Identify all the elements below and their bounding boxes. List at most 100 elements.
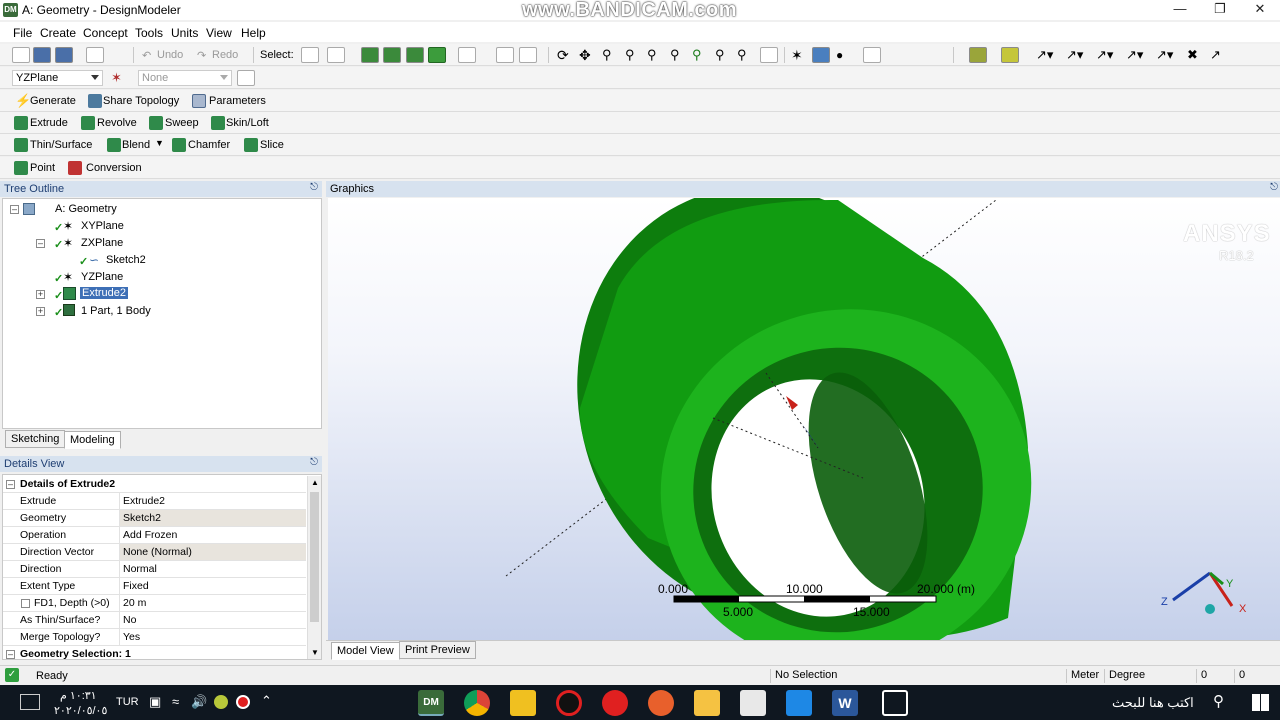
select-new-icon[interactable] <box>301 47 319 63</box>
select-faces-icon[interactable] <box>406 47 424 63</box>
zoom-fit-icon[interactable]: ⚲ <box>647 47 657 63</box>
opera-icon[interactable] <box>602 690 628 716</box>
pin-icon[interactable]: ⎋ <box>1270 182 1278 193</box>
taskbar-date[interactable]: ٢٠٢٠/٠٥/٠٥ <box>54 704 107 717</box>
rotate-icon[interactable]: ⟳ <box>557 47 569 64</box>
designmodeler-taskbar-icon[interactable]: DM <box>418 690 444 716</box>
battery-icon[interactable]: ▣ <box>149 694 161 710</box>
slice-button[interactable]: Slice <box>260 139 284 151</box>
expand-icon[interactable]: + <box>36 290 45 299</box>
file-explorer-icon[interactable] <box>694 690 720 716</box>
previous-view-icon[interactable] <box>760 47 778 63</box>
details-scrollbar[interactable]: ▲ ▼ <box>307 476 321 659</box>
new-sketch-icon[interactable] <box>237 70 255 86</box>
details-value[interactable]: Sketch2 <box>119 510 306 526</box>
show-hidden-icons[interactable]: ⌃ <box>261 693 272 709</box>
details-row[interactable]: Operation Add Frozen <box>3 527 306 544</box>
share-topology-button[interactable]: Share Topology <box>103 95 179 107</box>
sketch-line-icon[interactable]: ↗▾ <box>1036 47 1053 63</box>
firefox-icon[interactable] <box>648 690 674 716</box>
menu-create[interactable]: Create <box>40 26 76 40</box>
close-button[interactable]: ✕ <box>1240 0 1280 20</box>
details-value[interactable]: Fixed <box>119 578 306 594</box>
select-edges-icon[interactable] <box>383 47 401 63</box>
triad-origin-icon[interactable] <box>1205 604 1215 614</box>
collapse-icon[interactable]: – <box>6 650 15 659</box>
word-icon[interactable]: W <box>832 690 858 716</box>
tab-print-preview[interactable]: Print Preview <box>399 641 476 659</box>
chrome-icon[interactable] <box>464 690 490 716</box>
pin-icon[interactable]: ⎋ <box>310 457 318 468</box>
collapse-icon[interactable]: – <box>36 239 45 248</box>
pan-icon[interactable]: ✥ <box>579 47 591 64</box>
parameter-checkbox[interactable] <box>21 599 30 608</box>
collapse-icon[interactable]: – <box>6 480 15 489</box>
undo-button[interactable]: Undo <box>157 49 183 61</box>
extend-selection-icon[interactable] <box>458 47 476 63</box>
tray-app-icon[interactable] <box>214 695 228 709</box>
tree-item-zxplane[interactable]: ZXPlane <box>81 237 123 249</box>
skin-loft-button[interactable]: Skin/Loft <box>226 117 269 129</box>
graphics-viewport[interactable]: ANSYS R18.2 0.000 10.000 20.000 (m) 5.00… <box>328 198 1280 640</box>
details-row[interactable]: Geometry Sketch2 <box>3 510 306 527</box>
parameters-button[interactable]: Parameters <box>209 95 266 107</box>
undo-icon[interactable]: ↶ <box>142 49 151 62</box>
sketch-spline-icon[interactable]: ↗▾ <box>1156 47 1173 63</box>
tab-modeling[interactable]: Modeling <box>64 431 121 449</box>
scroll-up-icon[interactable]: ▲ <box>311 478 319 487</box>
new-plane-icon[interactable]: ✶ <box>111 70 122 86</box>
details-value[interactable]: Add Frozen <box>119 527 306 543</box>
details-section-header[interactable]: – Details of Extrude2 <box>3 476 306 493</box>
sketch-trim-icon[interactable]: ✖ <box>1187 47 1198 63</box>
taskbar-language[interactable]: TUR <box>116 696 139 708</box>
box-select-icon[interactable] <box>496 47 514 63</box>
sweep-button[interactable]: Sweep <box>165 117 199 129</box>
mail-icon[interactable] <box>786 690 812 716</box>
task-view-icon[interactable] <box>882 690 908 716</box>
menu-concept[interactable]: Concept <box>83 26 128 40</box>
tree-item-parts[interactable]: 1 Part, 1 Body <box>81 305 151 317</box>
generate-button[interactable]: Generate <box>30 95 76 107</box>
display-point-icon[interactable]: ● <box>836 48 843 62</box>
tree-item-extrude2[interactable]: Extrude2 <box>78 286 130 300</box>
minimize-button[interactable]: — <box>1160 0 1200 20</box>
bandicam-taskbar-icon[interactable] <box>556 690 582 716</box>
select-bodies-icon[interactable] <box>428 47 446 63</box>
zoom-to-fit-icon[interactable]: ⚲ <box>670 47 680 63</box>
screenshot-icon[interactable] <box>86 47 104 63</box>
windows-start-icon[interactable] <box>1252 694 1269 711</box>
search-placeholder[interactable]: اكتب هنا للبحث <box>1112 695 1194 711</box>
tree-item-sketch2[interactable]: Sketch2 <box>106 254 146 266</box>
wifi-icon[interactable]: ≈ <box>172 694 179 709</box>
point-button[interactable]: Point <box>30 162 55 174</box>
menu-help[interactable]: Help <box>241 26 266 40</box>
tree-item-yzplane[interactable]: YZPlane <box>81 271 123 283</box>
details-value[interactable]: No <box>119 612 306 628</box>
sketch-arc-icon[interactable]: ↗▾ <box>1066 47 1083 63</box>
details-value[interactable]: Yes <box>119 629 306 645</box>
details-section-header[interactable]: – Geometry Selection: 1 <box>3 646 306 659</box>
details-row[interactable]: As Thin/Surface? No <box>3 612 306 629</box>
details-row[interactable]: Direction Vector None (Normal) <box>3 544 306 561</box>
volume-icon[interactable]: 🔊 <box>191 694 207 710</box>
box-select-2-icon[interactable] <box>519 47 537 63</box>
menu-file[interactable]: File <box>13 26 32 40</box>
box-zoom-icon[interactable]: ⚲ <box>625 47 635 63</box>
thin-surface-button[interactable]: Thin/Surface <box>30 139 92 151</box>
magnifier-icon[interactable]: ⚲ <box>737 47 747 63</box>
ansys-workbench-icon[interactable] <box>510 690 536 716</box>
triad-icon[interactable]: ✶ <box>791 47 803 64</box>
status-length-unit[interactable]: Meter <box>1066 669 1104 683</box>
display-model-icon[interactable] <box>812 47 830 63</box>
pin-icon[interactable]: ⎋ <box>310 182 318 193</box>
details-value[interactable]: None (Normal) <box>119 544 306 560</box>
chamfer-button[interactable]: Chamfer <box>188 139 230 151</box>
redo-icon[interactable]: ↷ <box>197 49 206 62</box>
new-icon[interactable] <box>12 47 30 63</box>
details-value[interactable]: Normal <box>119 561 306 577</box>
sketch-extend-icon[interactable]: ↗ <box>1210 47 1221 63</box>
conversion-button[interactable]: Conversion <box>86 162 142 174</box>
tree-item-geometry[interactable]: A: Geometry <box>55 203 117 215</box>
details-value[interactable]: 20 m <box>119 595 306 611</box>
collapse-icon[interactable]: – <box>10 205 19 214</box>
